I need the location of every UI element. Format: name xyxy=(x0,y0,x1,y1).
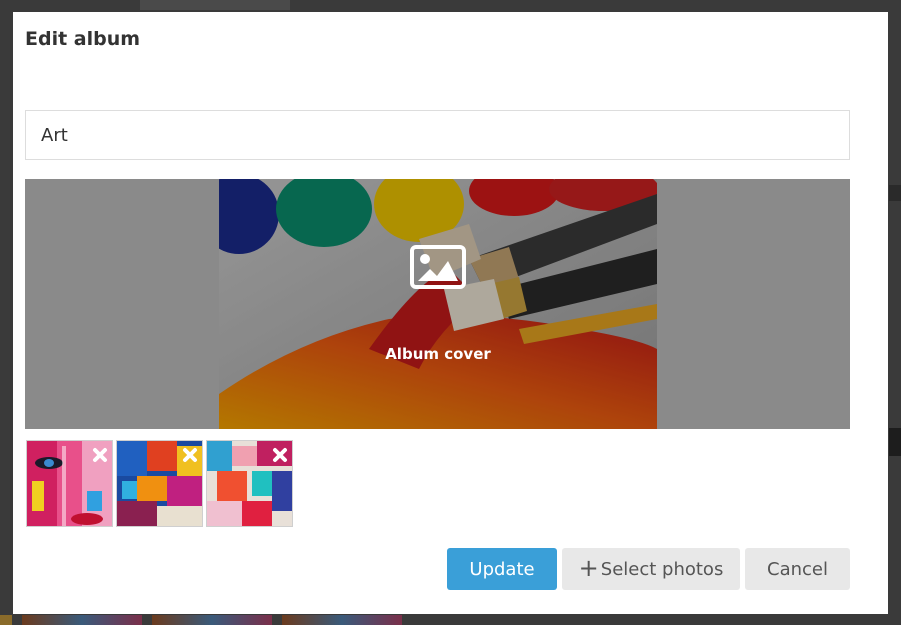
album-cover-image[interactable]: Album cover xyxy=(219,179,657,429)
plus-icon: + xyxy=(578,554,599,582)
close-icon[interactable] xyxy=(272,447,288,463)
album-name-input[interactable] xyxy=(25,110,850,160)
close-icon[interactable] xyxy=(92,447,108,463)
album-photo-list xyxy=(26,440,293,527)
background-thumb xyxy=(282,615,402,625)
background-gallery xyxy=(0,615,901,625)
album-photo-thumb[interactable] xyxy=(116,440,203,527)
background-thumb xyxy=(152,615,272,625)
cancel-button[interactable]: Cancel xyxy=(745,548,850,590)
background-button xyxy=(889,428,901,456)
background-thumb xyxy=(22,615,142,625)
dialog-title: Edit album xyxy=(25,28,141,50)
cover-label: Album cover xyxy=(385,345,491,363)
background-header xyxy=(140,0,290,10)
select-photos-button[interactable]: + Select photos xyxy=(562,548,740,590)
album-cover-area[interactable]: Album cover xyxy=(25,179,850,429)
album-photo-thumb[interactable] xyxy=(206,440,293,527)
update-button[interactable]: Update xyxy=(447,548,557,590)
background-thumb xyxy=(0,615,12,625)
edit-album-dialog: Edit album Art Album cover Update + Sele… xyxy=(13,12,888,614)
image-icon xyxy=(410,245,466,289)
background-icon xyxy=(889,185,901,201)
dialog-actions: Update + Select photos Cancel xyxy=(447,548,850,590)
album-photo-thumb[interactable] xyxy=(26,440,113,527)
close-icon[interactable] xyxy=(182,447,198,463)
select-photos-label: Select photos xyxy=(600,558,724,580)
cover-overlay xyxy=(219,179,657,429)
